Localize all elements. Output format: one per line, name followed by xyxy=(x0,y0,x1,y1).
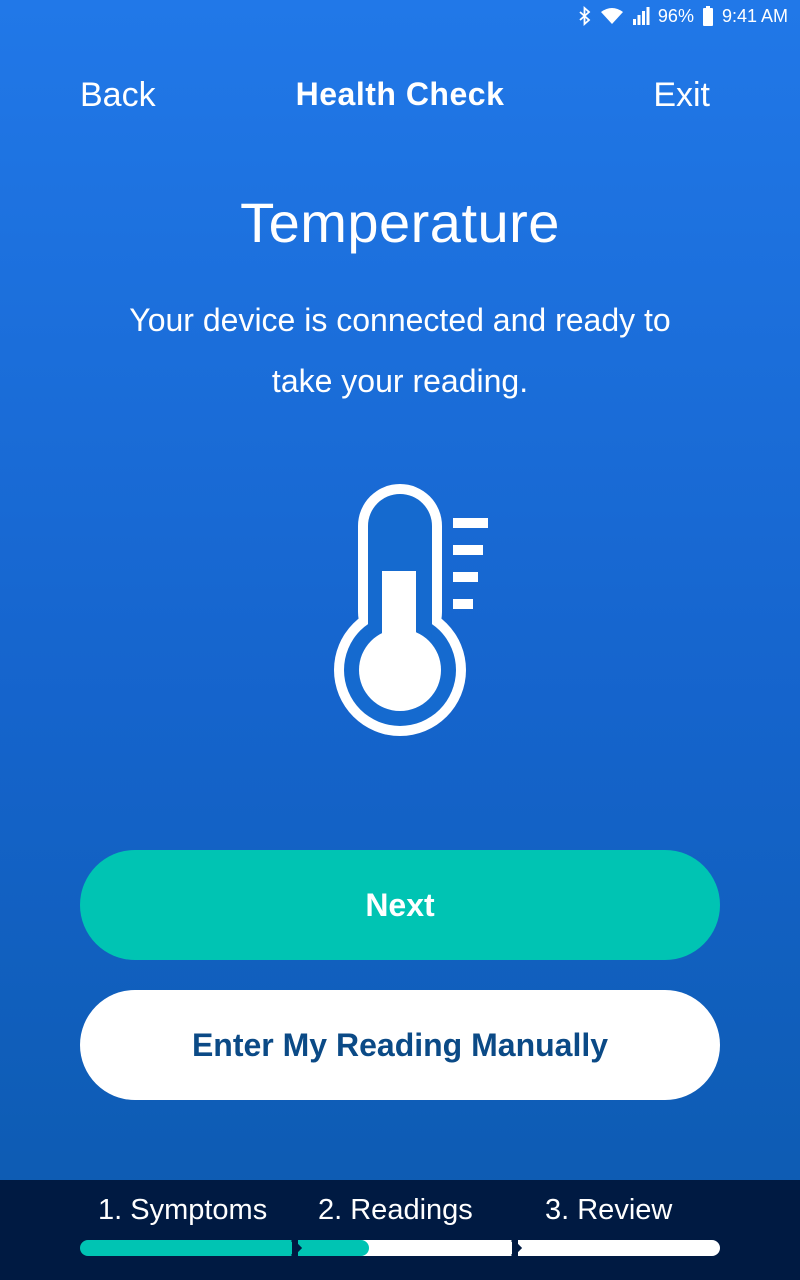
battery-percent: 96% xyxy=(657,5,694,26)
step-label-review: 3. Review xyxy=(545,1194,673,1226)
enter-manually-button[interactable]: Enter My Reading Manually xyxy=(80,990,720,1100)
status-bar: 96% 9:41 AM xyxy=(0,0,800,32)
progress-segment-readings xyxy=(298,1240,512,1256)
step-label-readings: 2. Readings xyxy=(318,1194,473,1226)
wifi-icon xyxy=(600,7,624,25)
header: Back Health Check Exit xyxy=(0,72,800,120)
progress-segment-symptoms xyxy=(80,1240,292,1256)
progress-fill-readings xyxy=(298,1240,369,1256)
progress-segment-review xyxy=(518,1240,720,1256)
exit-button[interactable]: Exit xyxy=(653,76,710,115)
thermometer-icon xyxy=(320,470,500,745)
signal-icon xyxy=(632,7,650,25)
instruction-text: Your device is connected and ready to ta… xyxy=(129,302,671,399)
clock: 9:41 AM xyxy=(721,5,788,26)
battery-icon xyxy=(702,6,714,26)
step-label-symptoms: 1. Symptoms xyxy=(98,1194,268,1226)
section-heading: Temperature xyxy=(240,191,560,254)
chevron-right-icon xyxy=(510,1240,522,1256)
bluetooth-icon xyxy=(578,6,592,26)
progress-footer: 1. Symptoms 2. Readings 3. Review xyxy=(0,1180,800,1280)
next-button[interactable]: Next xyxy=(80,850,720,960)
chevron-right-icon xyxy=(290,1240,302,1256)
